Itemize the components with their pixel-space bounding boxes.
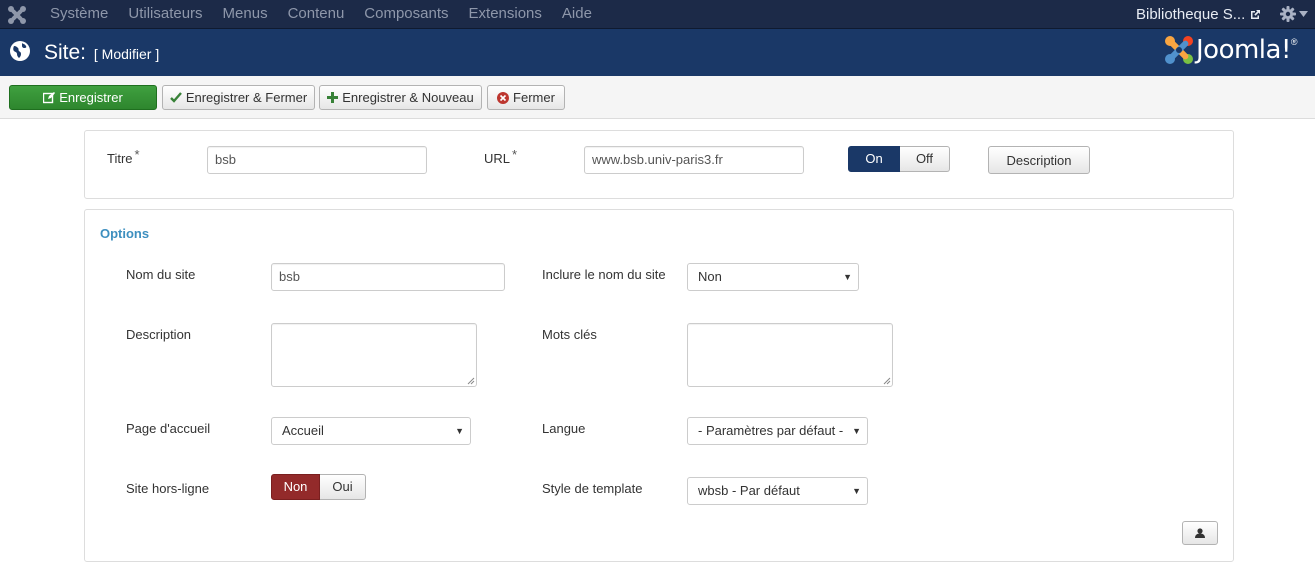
offline-toggle: Non Oui	[271, 474, 366, 500]
page-title-text: Site:	[44, 41, 87, 64]
chevron-down-icon	[1299, 11, 1308, 17]
page-title: Site: [ Modifier ]	[44, 40, 159, 67]
title-label-text: Titre	[107, 151, 133, 166]
save-button[interactable]: Enregistrer	[9, 85, 157, 110]
keywords-textarea[interactable]	[687, 323, 893, 387]
meta-description-label: Description	[126, 327, 192, 342]
menu-item-extensions[interactable]: Extensions	[459, 0, 552, 29]
dropdown-arrow-icon: ▼	[852, 486, 861, 496]
action-toolbar: Enregistrer Enregistrer & Fermer Enregis…	[0, 76, 1315, 119]
globe-icon	[10, 41, 30, 61]
page-subtitle: [ Modifier ]	[93, 46, 160, 62]
template-style-select[interactable]: wbsb - Par défaut ▼	[687, 477, 868, 505]
meta-description-textarea[interactable]	[271, 323, 477, 387]
site-name-label: Bibliotheque S...	[1136, 5, 1246, 23]
dropdown-arrow-icon: ▼	[455, 426, 464, 436]
state-toggle: On Off	[848, 146, 950, 172]
details-panel: Titre * bsb URL * www.bsb.univ-paris3.fr O…	[84, 130, 1234, 199]
site-name-label: Nom du site	[126, 267, 196, 282]
required-star: *	[134, 147, 140, 162]
close-button[interactable]: Fermer	[487, 85, 565, 110]
close-button-label: Fermer	[513, 90, 555, 105]
check-icon	[169, 92, 182, 103]
url-input[interactable]: www.bsb.univ-paris3.fr	[584, 146, 804, 174]
options-legend: Options	[100, 226, 150, 241]
menu-item-aide[interactable]: Aide	[552, 0, 602, 29]
resize-grip-icon[interactable]	[467, 377, 475, 385]
menu-item-contenu[interactable]: Contenu	[278, 0, 355, 29]
save-button-label: Enregistrer	[59, 90, 123, 105]
joomla-logo-icon[interactable]	[7, 5, 27, 25]
edit-icon	[43, 91, 56, 103]
include-site-name-label: Inclure le nom du site	[542, 267, 666, 282]
save-new-button[interactable]: Enregistrer & Nouveau	[319, 85, 482, 110]
site-name-input[interactable]: bsb	[271, 263, 505, 291]
homepage-value: Accueil	[282, 423, 324, 438]
state-off-button[interactable]: Off	[900, 146, 950, 172]
title-input[interactable]: bsb	[207, 146, 427, 174]
user-settings-menu[interactable]	[1280, 6, 1308, 22]
offline-yes-button[interactable]: Oui	[320, 474, 366, 500]
include-site-name-select[interactable]: Non ▼	[687, 263, 859, 291]
title-label: Titre *	[107, 147, 140, 166]
description-button[interactable]: Description	[988, 146, 1090, 174]
menu-item-composants[interactable]: Composants	[354, 0, 458, 29]
keywords-label: Mots clés	[542, 327, 597, 342]
description-button-label: Description	[1006, 152, 1072, 168]
page-header: Site: [ Modifier ] Joomla! ®	[0, 29, 1315, 76]
plus-icon	[327, 92, 339, 103]
menu-item-utilisateurs[interactable]: Utilisateurs	[118, 0, 212, 29]
language-value: - Paramètres par défaut -	[698, 423, 844, 438]
language-select[interactable]: - Paramètres par défaut - ▼	[687, 417, 868, 445]
dropdown-arrow-icon: ▼	[843, 272, 852, 282]
required-star: *	[512, 147, 518, 162]
frontend-site-link[interactable]: Bibliotheque S...	[1136, 0, 1261, 29]
user-icon	[1195, 527, 1205, 538]
homepage-select[interactable]: Accueil ▼	[271, 417, 471, 445]
state-on-button[interactable]: On	[848, 146, 900, 172]
close-circle-icon	[497, 91, 510, 104]
top-nav-bar: Système Utilisateurs Menus Contenu Compo…	[0, 0, 1315, 29]
save-close-button[interactable]: Enregistrer & Fermer	[162, 85, 315, 110]
joomla-brand: Joomla! ®	[1164, 35, 1298, 65]
options-panel: Options Nom du site bsb Inclure le nom d…	[84, 209, 1234, 562]
resize-grip-icon[interactable]	[883, 377, 891, 385]
offline-no-button[interactable]: Non	[271, 474, 320, 500]
save-new-button-label: Enregistrer & Nouveau	[342, 90, 474, 105]
template-style-label: Style de template	[542, 481, 643, 496]
main-menu: Système Utilisateurs Menus Contenu Compo…	[40, 0, 602, 29]
joomla-brand-text: Joomla!	[1196, 35, 1291, 65]
gear-icon	[1280, 6, 1296, 22]
user-button[interactable]	[1182, 521, 1218, 545]
url-label: URL *	[484, 147, 517, 166]
menu-item-systeme[interactable]: Système	[40, 0, 118, 29]
offline-label: Site hors-ligne	[126, 481, 210, 496]
registered-mark: ®	[1290, 37, 1298, 47]
save-close-button-label: Enregistrer & Fermer	[185, 90, 308, 105]
homepage-label: Page d'accueil	[126, 421, 211, 436]
external-link-icon	[1251, 10, 1261, 19]
include-site-name-value: Non	[698, 269, 722, 284]
dropdown-arrow-icon: ▼	[852, 426, 861, 436]
joomla-brand-icon	[1165, 36, 1193, 64]
menu-item-menus[interactable]: Menus	[213, 0, 278, 29]
language-label: Langue	[542, 421, 586, 436]
template-style-value: wbsb - Par défaut	[698, 483, 800, 498]
url-label-text: URL	[484, 151, 511, 166]
